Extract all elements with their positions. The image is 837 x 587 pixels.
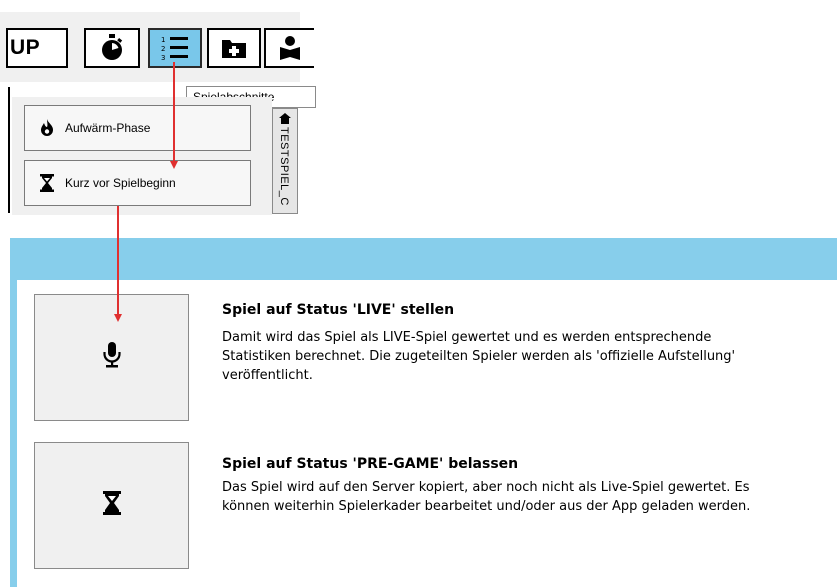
numbered-list-icon: 1 2 3 <box>160 34 190 62</box>
up-button[interactable]: UP <box>6 28 68 68</box>
window-edge <box>8 87 10 213</box>
side-tab-label: TESTSPIEL_C <box>278 127 290 206</box>
flame-icon <box>37 119 57 137</box>
roster-button[interactable] <box>264 28 314 68</box>
stopwatch-button[interactable] <box>84 28 140 68</box>
phase-warmup-label: Aufwärm-Phase <box>65 121 151 135</box>
set-live-button[interactable] <box>34 294 189 421</box>
live-option-description: Damit wird das Spiel als LIVE-Spiel gewe… <box>222 330 736 383</box>
pregame-option-title: Spiel auf Status 'PRE-GAME' belassen <box>222 456 519 472</box>
phase-warmup-button[interactable]: Aufwärm-Phase <box>24 105 251 151</box>
add-folder-button[interactable] <box>207 28 261 68</box>
phases-button[interactable]: 1 2 3 <box>148 28 202 68</box>
dialog-border <box>10 280 17 587</box>
hourglass-icon <box>37 174 57 192</box>
stopwatch-icon <box>99 33 125 63</box>
keep-pregame-button[interactable] <box>34 442 189 569</box>
phase-pregame-button[interactable]: Kurz vor Spielbeginn <box>24 160 251 206</box>
folder-plus-icon <box>221 37 247 59</box>
pregame-option-description: Das Spiel wird auf den Server kopiert, a… <box>222 480 751 514</box>
up-label: UP <box>10 36 41 59</box>
phase-pregame-label: Kurz vor Spielbeginn <box>65 176 176 190</box>
svg-text:2: 2 <box>161 45 165 53</box>
dialog-header <box>10 238 837 280</box>
hourglass-icon <box>102 491 121 520</box>
microphone-icon <box>102 342 121 373</box>
game-side-tab[interactable]: TESTSPIEL_C <box>272 108 298 214</box>
person-book-icon <box>277 35 303 61</box>
svg-text:3: 3 <box>161 54 165 62</box>
live-option-title: Spiel auf Status 'LIVE' stellen <box>222 302 455 318</box>
svg-text:1: 1 <box>161 36 165 44</box>
